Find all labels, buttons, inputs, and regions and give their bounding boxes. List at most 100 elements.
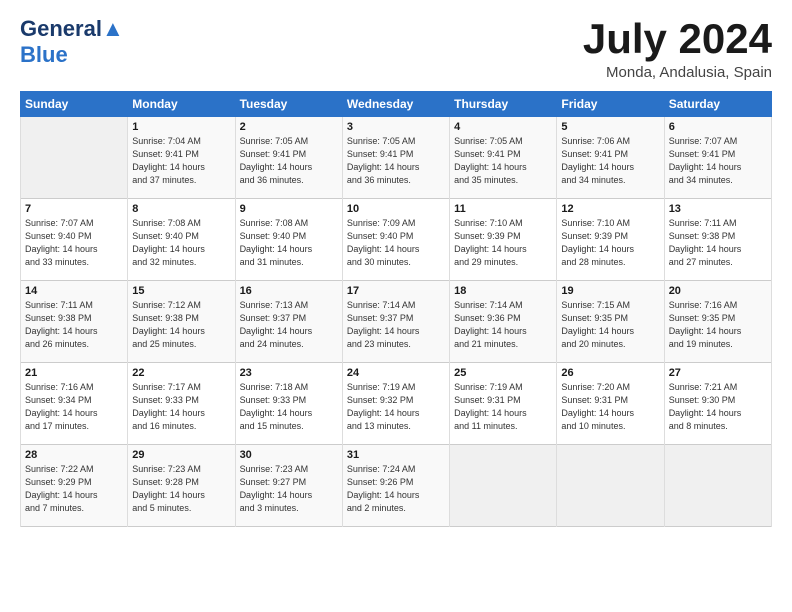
day-number: 26: [561, 367, 659, 379]
day-info: Sunrise: 7:20 AM Sunset: 9:31 PM Dayligh…: [561, 381, 659, 433]
day-number: 22: [132, 367, 230, 379]
day-number: 8: [132, 203, 230, 215]
header-monday: Monday: [128, 92, 235, 117]
day-cell: [21, 117, 128, 199]
calendar-table: Sunday Monday Tuesday Wednesday Thursday…: [20, 91, 772, 527]
day-number: 24: [347, 367, 445, 379]
day-info: Sunrise: 7:17 AM Sunset: 9:33 PM Dayligh…: [132, 381, 230, 433]
day-number: 12: [561, 203, 659, 215]
day-cell: 22 Sunrise: 7:17 AM Sunset: 9:33 PM Dayli…: [128, 363, 235, 445]
day-cell: 23 Sunrise: 7:18 AM Sunset: 9:33 PM Dayli…: [235, 363, 342, 445]
day-number: 9: [240, 203, 338, 215]
day-cell: 24 Sunrise: 7:19 AM Sunset: 9:32 PM Dayli…: [342, 363, 449, 445]
day-number: 23: [240, 367, 338, 379]
day-info: Sunrise: 7:15 AM Sunset: 9:35 PM Dayligh…: [561, 299, 659, 351]
day-cell: 12 Sunrise: 7:10 AM Sunset: 9:39 PM Dayli…: [557, 199, 664, 281]
day-number: 17: [347, 285, 445, 297]
day-number: 29: [132, 449, 230, 461]
logo-text: General▲: [20, 16, 124, 42]
day-info: Sunrise: 7:05 AM Sunset: 9:41 PM Dayligh…: [454, 135, 552, 187]
header-sunday: Sunday: [21, 92, 128, 117]
day-cell: 8 Sunrise: 7:08 AM Sunset: 9:40 PM Daylig…: [128, 199, 235, 281]
header-wednesday: Wednesday: [342, 92, 449, 117]
header-thursday: Thursday: [450, 92, 557, 117]
day-info: Sunrise: 7:05 AM Sunset: 9:41 PM Dayligh…: [240, 135, 338, 187]
day-cell: 10Sunrise: 7:09 AM Sunset: 9:40 PM Dayli…: [342, 199, 449, 281]
day-cell: [664, 445, 771, 527]
day-cell: 13 Sunrise: 7:11 AM Sunset: 9:38 PM Dayli…: [664, 199, 771, 281]
day-cell: 26 Sunrise: 7:20 AM Sunset: 9:31 PM Dayli…: [557, 363, 664, 445]
day-number: 3: [347, 121, 445, 133]
day-number: 31: [347, 449, 445, 461]
day-info: Sunrise: 7:14 AM Sunset: 9:36 PM Dayligh…: [454, 299, 552, 351]
location: Monda, Andalusia, Spain: [583, 64, 772, 81]
month-title: July 2024: [583, 16, 772, 62]
day-info: Sunrise: 7:06 AM Sunset: 9:41 PM Dayligh…: [561, 135, 659, 187]
day-number: 10: [347, 203, 445, 215]
day-cell: 16Sunrise: 7:13 AM Sunset: 9:37 PM Dayli…: [235, 281, 342, 363]
day-info: Sunrise: 7:07 AM Sunset: 9:40 PM Dayligh…: [25, 217, 123, 269]
header-friday: Friday: [557, 92, 664, 117]
logo-blue: Blue: [20, 42, 68, 68]
day-number: 7: [25, 203, 123, 215]
day-info: Sunrise: 7:18 AM Sunset: 9:33 PM Dayligh…: [240, 381, 338, 433]
page: General▲ Blue July 2024 Monda, Andalusia…: [0, 0, 792, 612]
day-cell: 4 Sunrise: 7:05 AM Sunset: 9:41 PM Daylig…: [450, 117, 557, 199]
day-number: 4: [454, 121, 552, 133]
day-cell: 18 Sunrise: 7:14 AM Sunset: 9:36 PM Dayli…: [450, 281, 557, 363]
day-cell: 21 Sunrise: 7:16 AM Sunset: 9:34 PM Dayli…: [21, 363, 128, 445]
day-cell: 17Sunrise: 7:14 AM Sunset: 9:37 PM Dayli…: [342, 281, 449, 363]
day-info: Sunrise: 7:04 AM Sunset: 9:41 PM Dayligh…: [132, 135, 230, 187]
day-number: 13: [669, 203, 767, 215]
day-info: Sunrise: 7:22 AM Sunset: 9:29 PM Dayligh…: [25, 463, 123, 515]
day-cell: 1 Sunrise: 7:04 AM Sunset: 9:41 PM Daylig…: [128, 117, 235, 199]
header-saturday: Saturday: [664, 92, 771, 117]
day-cell: 19 Sunrise: 7:15 AM Sunset: 9:35 PM Dayli…: [557, 281, 664, 363]
day-number: 2: [240, 121, 338, 133]
day-cell: 3Sunrise: 7:05 AM Sunset: 9:41 PM Daylig…: [342, 117, 449, 199]
week-row-4: 28 Sunrise: 7:22 AM Sunset: 9:29 PM Dayli…: [21, 445, 772, 527]
week-row-3: 21 Sunrise: 7:16 AM Sunset: 9:34 PM Dayli…: [21, 363, 772, 445]
title-block: July 2024 Monda, Andalusia, Spain: [583, 16, 772, 81]
day-cell: 5 Sunrise: 7:06 AM Sunset: 9:41 PM Daylig…: [557, 117, 664, 199]
day-cell: 2 Sunrise: 7:05 AM Sunset: 9:41 PM Daylig…: [235, 117, 342, 199]
day-info: Sunrise: 7:19 AM Sunset: 9:32 PM Dayligh…: [347, 381, 445, 433]
day-cell: 30 Sunrise: 7:23 AM Sunset: 9:27 PM Dayli…: [235, 445, 342, 527]
day-info: Sunrise: 7:24 AM Sunset: 9:26 PM Dayligh…: [347, 463, 445, 515]
week-row-0: 1 Sunrise: 7:04 AM Sunset: 9:41 PM Daylig…: [21, 117, 772, 199]
day-cell: 20Sunrise: 7:16 AM Sunset: 9:35 PM Dayli…: [664, 281, 771, 363]
day-info: Sunrise: 7:08 AM Sunset: 9:40 PM Dayligh…: [240, 217, 338, 269]
day-info: Sunrise: 7:19 AM Sunset: 9:31 PM Dayligh…: [454, 381, 552, 433]
day-number: 18: [454, 285, 552, 297]
calendar-body: 1 Sunrise: 7:04 AM Sunset: 9:41 PM Daylig…: [21, 117, 772, 527]
week-row-1: 7 Sunrise: 7:07 AM Sunset: 9:40 PM Daylig…: [21, 199, 772, 281]
day-info: Sunrise: 7:23 AM Sunset: 9:28 PM Dayligh…: [132, 463, 230, 515]
day-number: 19: [561, 285, 659, 297]
day-number: 5: [561, 121, 659, 133]
day-cell: 25Sunrise: 7:19 AM Sunset: 9:31 PM Dayli…: [450, 363, 557, 445]
day-info: Sunrise: 7:16 AM Sunset: 9:35 PM Dayligh…: [669, 299, 767, 351]
day-number: 21: [25, 367, 123, 379]
day-info: Sunrise: 7:13 AM Sunset: 9:37 PM Dayligh…: [240, 299, 338, 351]
day-number: 1: [132, 121, 230, 133]
day-number: 28: [25, 449, 123, 461]
day-cell: 28 Sunrise: 7:22 AM Sunset: 9:29 PM Dayli…: [21, 445, 128, 527]
day-info: Sunrise: 7:16 AM Sunset: 9:34 PM Dayligh…: [25, 381, 123, 433]
day-cell: 6Sunrise: 7:07 AM Sunset: 9:41 PM Daylig…: [664, 117, 771, 199]
day-number: 30: [240, 449, 338, 461]
day-number: 6: [669, 121, 767, 133]
day-info: Sunrise: 7:23 AM Sunset: 9:27 PM Dayligh…: [240, 463, 338, 515]
header-row: Sunday Monday Tuesday Wednesday Thursday…: [21, 92, 772, 117]
day-cell: 7 Sunrise: 7:07 AM Sunset: 9:40 PM Daylig…: [21, 199, 128, 281]
day-info: Sunrise: 7:10 AM Sunset: 9:39 PM Dayligh…: [561, 217, 659, 269]
day-info: Sunrise: 7:10 AM Sunset: 9:39 PM Dayligh…: [454, 217, 552, 269]
day-number: 27: [669, 367, 767, 379]
day-cell: 31 Sunrise: 7:24 AM Sunset: 9:26 PM Dayli…: [342, 445, 449, 527]
day-info: Sunrise: 7:08 AM Sunset: 9:40 PM Dayligh…: [132, 217, 230, 269]
day-cell: 14Sunrise: 7:11 AM Sunset: 9:38 PM Dayli…: [21, 281, 128, 363]
day-info: Sunrise: 7:21 AM Sunset: 9:30 PM Dayligh…: [669, 381, 767, 433]
day-info: Sunrise: 7:11 AM Sunset: 9:38 PM Dayligh…: [669, 217, 767, 269]
day-number: 15: [132, 285, 230, 297]
day-number: 14: [25, 285, 123, 297]
day-cell: [557, 445, 664, 527]
